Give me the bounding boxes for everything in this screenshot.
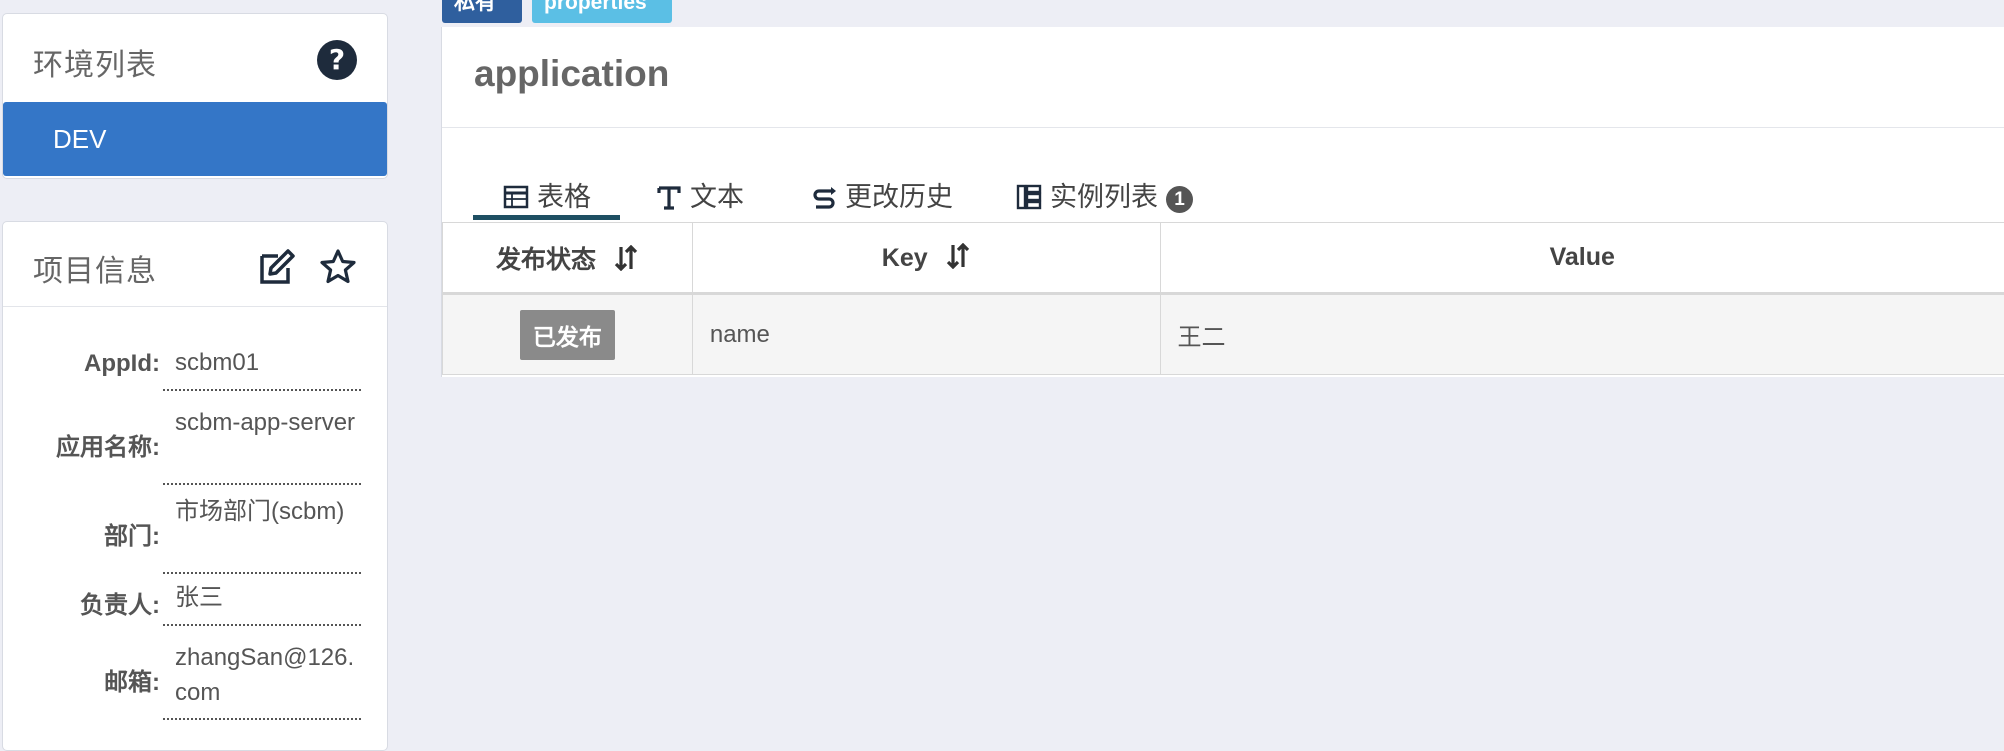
info-label: 邮箱: xyxy=(104,662,160,697)
sort-icon[interactable] xyxy=(945,243,971,269)
format-badge: properties xyxy=(532,0,672,23)
edit-icon[interactable] xyxy=(258,248,296,286)
environment-list-panel: 环境列表 ? DEV xyxy=(2,13,388,179)
tab-history[interactable]: 更改历史 xyxy=(811,175,953,215)
environment-item-dev[interactable]: DEV xyxy=(3,102,387,176)
history-icon xyxy=(811,184,837,210)
column-header-status[interactable]: 发布状态 xyxy=(443,223,693,294)
status-badge: 已发布 xyxy=(520,310,615,360)
divider xyxy=(163,389,361,391)
divider xyxy=(163,483,361,485)
project-info-title: 项目信息 xyxy=(33,246,157,290)
divider xyxy=(163,624,361,626)
environment-list-header: 环境列表 ? xyxy=(3,14,387,102)
instance-count-badge: 1 xyxy=(1166,186,1193,213)
value-text: 王二 xyxy=(1162,324,1226,351)
value-cell: 王二 xyxy=(1160,294,2004,375)
table-header-row: 发布状态 Key Value xyxy=(443,223,2004,294)
info-value: zhangSan@126.com xyxy=(175,640,359,710)
column-header-key[interactable]: Key xyxy=(692,223,1160,294)
tab-label: 实例列表 xyxy=(1050,182,1158,212)
namespace-panel: application 表格 文本 更改历史 实例列表 1 xyxy=(441,27,2004,377)
tab-label: 文本 xyxy=(690,182,744,212)
tab-text[interactable]: 文本 xyxy=(656,175,744,215)
config-table: 发布状态 Key Value 已发布 xyxy=(442,222,2004,375)
divider xyxy=(163,572,361,574)
tab-label: 表格 xyxy=(537,182,591,212)
info-value: scbm01 xyxy=(175,345,359,380)
divider xyxy=(442,127,2004,128)
environment-list-title: 环境列表 xyxy=(33,40,157,84)
tab-table[interactable]: 表格 xyxy=(503,175,591,215)
key-cell: name xyxy=(692,294,1160,375)
status-cell: 已发布 xyxy=(443,294,693,375)
private-badge: 私有 xyxy=(442,0,522,23)
key-text: name xyxy=(694,321,770,348)
namespace-title: application xyxy=(474,53,669,95)
info-label: 应用名称: xyxy=(56,427,160,462)
column-header-value: Value xyxy=(1160,223,2004,294)
project-info-header: 项目信息 xyxy=(3,222,387,307)
instance-list-icon xyxy=(1016,184,1042,210)
info-value: 张三 xyxy=(175,580,359,615)
table-row[interactable]: 已发布 name 王二 xyxy=(443,294,2004,375)
info-value: scbm-app-server xyxy=(175,405,359,440)
star-icon[interactable] xyxy=(319,248,357,286)
help-icon[interactable]: ? xyxy=(317,40,357,80)
active-tab-indicator xyxy=(473,215,620,220)
text-icon xyxy=(656,184,682,210)
info-label: AppId: xyxy=(84,350,160,378)
info-label: 负责人: xyxy=(80,585,160,620)
info-label: 部门: xyxy=(104,516,160,551)
divider xyxy=(163,718,361,720)
tab-instance-list[interactable]: 实例列表 1 xyxy=(1016,175,1193,215)
sort-icon[interactable] xyxy=(613,245,639,271)
info-value: 市场部门(scbm) xyxy=(175,494,359,529)
project-info-panel: 项目信息 AppId: scbm01 应用名称: scbm-app-server… xyxy=(2,221,388,751)
tab-label: 更改历史 xyxy=(845,182,953,212)
environment-item-label: DEV xyxy=(53,124,106,154)
table-icon xyxy=(503,184,529,210)
